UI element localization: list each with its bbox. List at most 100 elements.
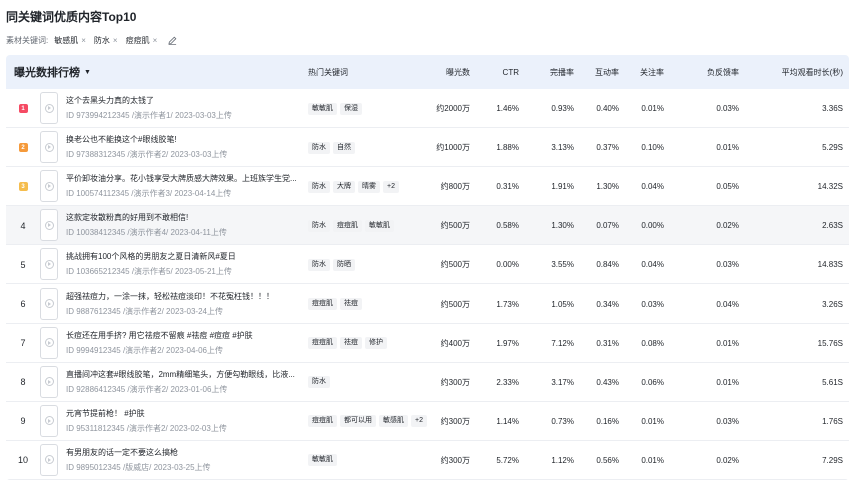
- video-title[interactable]: 元宵节提前枪！ #护肤: [66, 408, 306, 420]
- keyword-tag: 痘痘肌: [333, 219, 362, 232]
- cell-negative: 0.01%: [716, 143, 739, 153]
- table-row[interactable]: 5 挑战拥有100个风格的男朋友之夏日清新风#夏日 ID 103665212345 …: [6, 245, 849, 285]
- keyword-tag: 防水: [308, 219, 330, 232]
- video-title[interactable]: 超强祛痘力，一涂一抹，轻松祛痘淡印！不花冤枉钱！！！: [66, 291, 306, 303]
- keyword-tag: 敏感肌: [379, 415, 408, 428]
- rank-number: 2: [14, 128, 32, 167]
- table-row[interactable]: 2 换老公也不能换这个#眼线胶笔! ID 97388312345 /演示作者2/ 2…: [6, 128, 849, 168]
- video-title[interactable]: 挑战拥有100个风格的男朋友之夏日清新风#夏日: [66, 251, 306, 263]
- filter-chip-label: 敏感肌: [54, 35, 79, 45]
- table-row[interactable]: 3 平价卸妆油分享。花小钱享受大牌质感大牌效果。上班族学生党... ID 10057…: [6, 167, 849, 207]
- keyword-tag: 防水: [308, 376, 330, 389]
- close-icon[interactable]: ×: [153, 36, 158, 45]
- header-interaction[interactable]: 互动率: [576, 55, 619, 89]
- video-thumbnail[interactable]: [40, 404, 58, 437]
- video-title[interactable]: 有男朋友的话一定不要这么搞枪: [66, 447, 306, 459]
- video-info: 超强祛痘力，一涂一抹，轻松祛痘淡印！不花冤枉钱！！！ ID 9887612345 …: [66, 285, 306, 324]
- cell-ctr: 1.46%: [496, 104, 519, 113]
- keyword-tags: 痘痘肌 祛痘: [308, 285, 428, 324]
- play-icon: [44, 220, 54, 230]
- table-row[interactable]: 4 这款定妆散粉真的好用到不敢相信! ID 10038412345 /演示作者4/ …: [6, 206, 849, 246]
- cell-interaction: 0.56%: [596, 455, 619, 465]
- play-icon: [44, 181, 54, 191]
- video-title[interactable]: 直播间冲这套#眼线胶笔，2mm精细笔头，方便勾勒眼线，比液...: [66, 369, 306, 381]
- table-row[interactable]: 7 长痘还在用手挤? 用它祛痘不留痕 #祛痘 #痘痘 #护肤 ID 99949123…: [6, 323, 849, 363]
- keyword-tag: 防水: [308, 258, 330, 271]
- cell-ctr: 2.33%: [496, 377, 519, 387]
- header-exposure[interactable]: 曝光数: [426, 55, 470, 89]
- cell-completion: 7.12%: [551, 338, 574, 348]
- keyword-filter-bar: 素材关键词: 敏感肌 × 防水 × 痘痘肌 ×: [6, 33, 177, 47]
- header-keywords: 热门关键词: [308, 67, 348, 77]
- cell-avg-time: 5.29S: [822, 143, 843, 153]
- video-thumbnail[interactable]: [40, 131, 58, 164]
- close-icon[interactable]: ×: [81, 36, 86, 45]
- cell-interaction: 1.30%: [596, 182, 619, 192]
- header-avg-time[interactable]: 平均观看时长(秒): [746, 55, 843, 89]
- rank-number: 6: [20, 299, 26, 309]
- header-follow[interactable]: 关注率: [621, 55, 664, 89]
- filter-chip-sensitive-skin[interactable]: 敏感肌 ×: [54, 35, 86, 46]
- cell-follow: 0.04%: [641, 260, 664, 270]
- video-thumbnail[interactable]: [40, 365, 58, 398]
- video-meta: ID 9994912345 /演示作者2/ 2023-04-06上传: [66, 345, 223, 355]
- video-thumbnail[interactable]: [40, 170, 58, 203]
- sort-dropdown[interactable]: 曝光数排行榜 ▼: [14, 55, 91, 89]
- cell-interaction: 0.43%: [596, 377, 619, 387]
- rank-number: 1: [14, 89, 32, 128]
- cell-interaction: 0.16%: [596, 416, 619, 426]
- edit-pencil-icon[interactable]: [167, 35, 177, 45]
- video-title[interactable]: 换老公也不能换这个#眼线胶笔!: [66, 134, 306, 146]
- close-icon[interactable]: ×: [113, 36, 118, 45]
- rank-number: 5: [20, 259, 26, 270]
- video-thumbnail[interactable]: [40, 248, 58, 281]
- table-row[interactable]: 6 超强祛痘力，一涂一抹，轻松祛痘淡印！不花冤枉钱！！！ ID 9887612345…: [6, 284, 849, 324]
- video-info: 换老公也不能换这个#眼线胶笔! ID 97388312345 /演示作者2/ 20…: [66, 128, 306, 167]
- rank-number: 9: [20, 416, 26, 427]
- table-row[interactable]: 8 直播间冲这套#眼线胶笔，2mm精细笔头，方便勾勒眼线，比液... ID 9288…: [6, 362, 849, 402]
- filter-chip-waterproof[interactable]: 防水 ×: [94, 35, 118, 46]
- keyword-tag: 敏敏肌: [308, 454, 337, 467]
- video-thumbnail[interactable]: [40, 287, 58, 320]
- cell-follow: 0.01%: [641, 416, 664, 426]
- filter-chip-acne-skin[interactable]: 痘痘肌 ×: [126, 35, 158, 46]
- keyword-tags: 痘痘肌 祛痘 修护: [308, 324, 428, 363]
- table-row[interactable]: 9 元宵节提前枪！ #护肤 ID 95311812345 /演示作者2/ 2023-…: [6, 401, 849, 441]
- filter-chip-label: 痘痘肌: [125, 35, 150, 45]
- cell-exposure: 约500万: [440, 260, 470, 270]
- table-row[interactable]: 1 这个去黑头力真的太钱了 ID 973994212345 /演示作者1/ 2023…: [6, 89, 849, 128]
- keyword-tags: 防水 防晒: [308, 245, 428, 284]
- cell-interaction: 0.34%: [596, 299, 619, 309]
- cell-completion: 1.30%: [551, 221, 574, 231]
- keyword-tag: 保湿: [340, 102, 362, 115]
- table-row[interactable]: 10 有男朋友的话一定不要这么搞枪 ID 9895012345 /版威店/ 2023…: [6, 440, 849, 480]
- keyword-tag: 敏敏肌: [365, 219, 394, 232]
- video-title[interactable]: 平价卸妆油分享。花小钱享受大牌质感大牌效果。上班族学生党...: [66, 173, 306, 185]
- cell-avg-time: 1.76S: [822, 416, 843, 426]
- cell-exposure: 约300万: [440, 455, 470, 465]
- cell-exposure: 约500万: [440, 221, 470, 231]
- header-negative[interactable]: 负反馈率: [676, 55, 739, 89]
- keyword-tag: +2: [411, 415, 427, 428]
- video-thumbnail[interactable]: [40, 443, 58, 476]
- video-title[interactable]: 长痘还在用手挤? 用它祛痘不留痕 #祛痘 #痘痘 #护肤: [66, 330, 306, 342]
- header-completion[interactable]: 完播率: [531, 55, 574, 89]
- play-icon: [44, 377, 54, 387]
- rank-number: 4: [20, 220, 26, 231]
- video-meta: ID 95311812345 /演示作者2/ 2023-02-03上传: [66, 423, 227, 433]
- header-ctr[interactable]: CTR: [476, 55, 519, 89]
- video-thumbnail[interactable]: [40, 209, 58, 242]
- cell-follow: 0.00%: [641, 221, 664, 231]
- video-title[interactable]: 这款定妆散粉真的好用到不敢相信!: [66, 212, 306, 224]
- video-thumbnail[interactable]: [40, 326, 58, 359]
- video-info: 元宵节提前枪！ #护肤 ID 95311812345 /演示作者2/ 2023-0…: [66, 402, 306, 441]
- cell-follow: 0.01%: [641, 455, 664, 465]
- video-title[interactable]: 这个去黑头力真的太钱了: [66, 95, 306, 107]
- play-icon: [44, 416, 54, 426]
- keyword-tag: 祛痘: [340, 298, 362, 310]
- cell-negative: 0.02%: [716, 455, 739, 465]
- play-icon: [44, 103, 54, 113]
- video-thumbnail[interactable]: [40, 92, 58, 124]
- rank-number: 3: [14, 167, 32, 206]
- keyword-tag: 痘痘肌: [308, 298, 337, 310]
